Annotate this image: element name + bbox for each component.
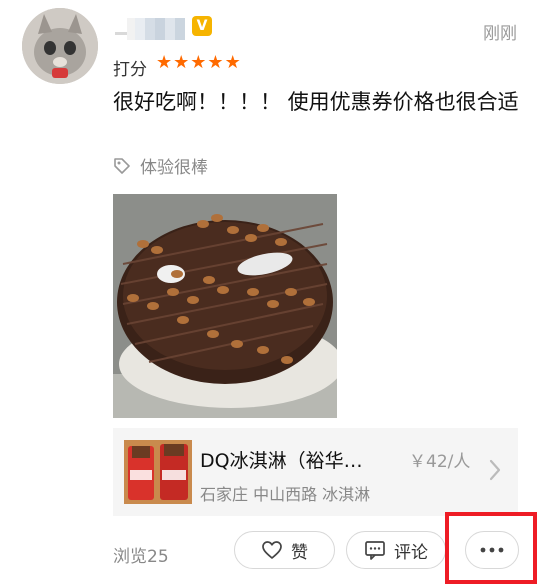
comment-icon: [365, 541, 385, 560]
tag-icon: [114, 157, 130, 174]
user-avatar[interactable]: [22, 8, 98, 84]
comment-label: 评论: [394, 542, 428, 563]
comment-button[interactable]: 评论: [346, 531, 446, 569]
vip-badge-icon: V: [192, 16, 212, 36]
rating-stars: ★ ★ ★ ★ ★: [156, 53, 241, 73]
shop-name: DQ冰淇淋（裕华…: [200, 450, 363, 472]
heart-icon: [262, 541, 282, 559]
like-label: 赞: [291, 542, 308, 563]
star-icon: ★: [190, 52, 207, 73]
username-pixelated[interactable]: [113, 18, 185, 40]
more-options-button[interactable]: [465, 531, 519, 569]
tag-label: 体验很棒: [140, 158, 208, 178]
shop-price: ￥42/人: [409, 452, 471, 472]
post-time: 刚刚: [483, 24, 517, 44]
star-icon: ★: [224, 52, 241, 73]
shop-card[interactable]: DQ冰淇淋（裕华… ￥42/人 石家庄 中山西路 冰淇淋: [113, 428, 518, 516]
review-text: 很好吃啊！！！！ 使用优惠券价格也很合适: [113, 90, 519, 114]
review-photo-cake[interactable]: [113, 194, 337, 418]
cat-avatar-image: [22, 8, 98, 84]
view-count: 浏览25: [113, 547, 169, 567]
shop-location: 石家庄 中山西路 冰淇淋: [200, 485, 371, 504]
more-dots-icon: [480, 547, 504, 553]
star-icon: ★: [207, 52, 224, 73]
shop-thumbnail: [124, 440, 192, 504]
star-icon: ★: [156, 52, 173, 73]
like-button[interactable]: 赞: [234, 531, 335, 569]
rating-label: 打分: [113, 60, 147, 80]
experience-tag[interactable]: 体验很棒: [112, 153, 208, 178]
chevron-right-icon: [489, 459, 501, 481]
star-icon: ★: [173, 52, 190, 73]
